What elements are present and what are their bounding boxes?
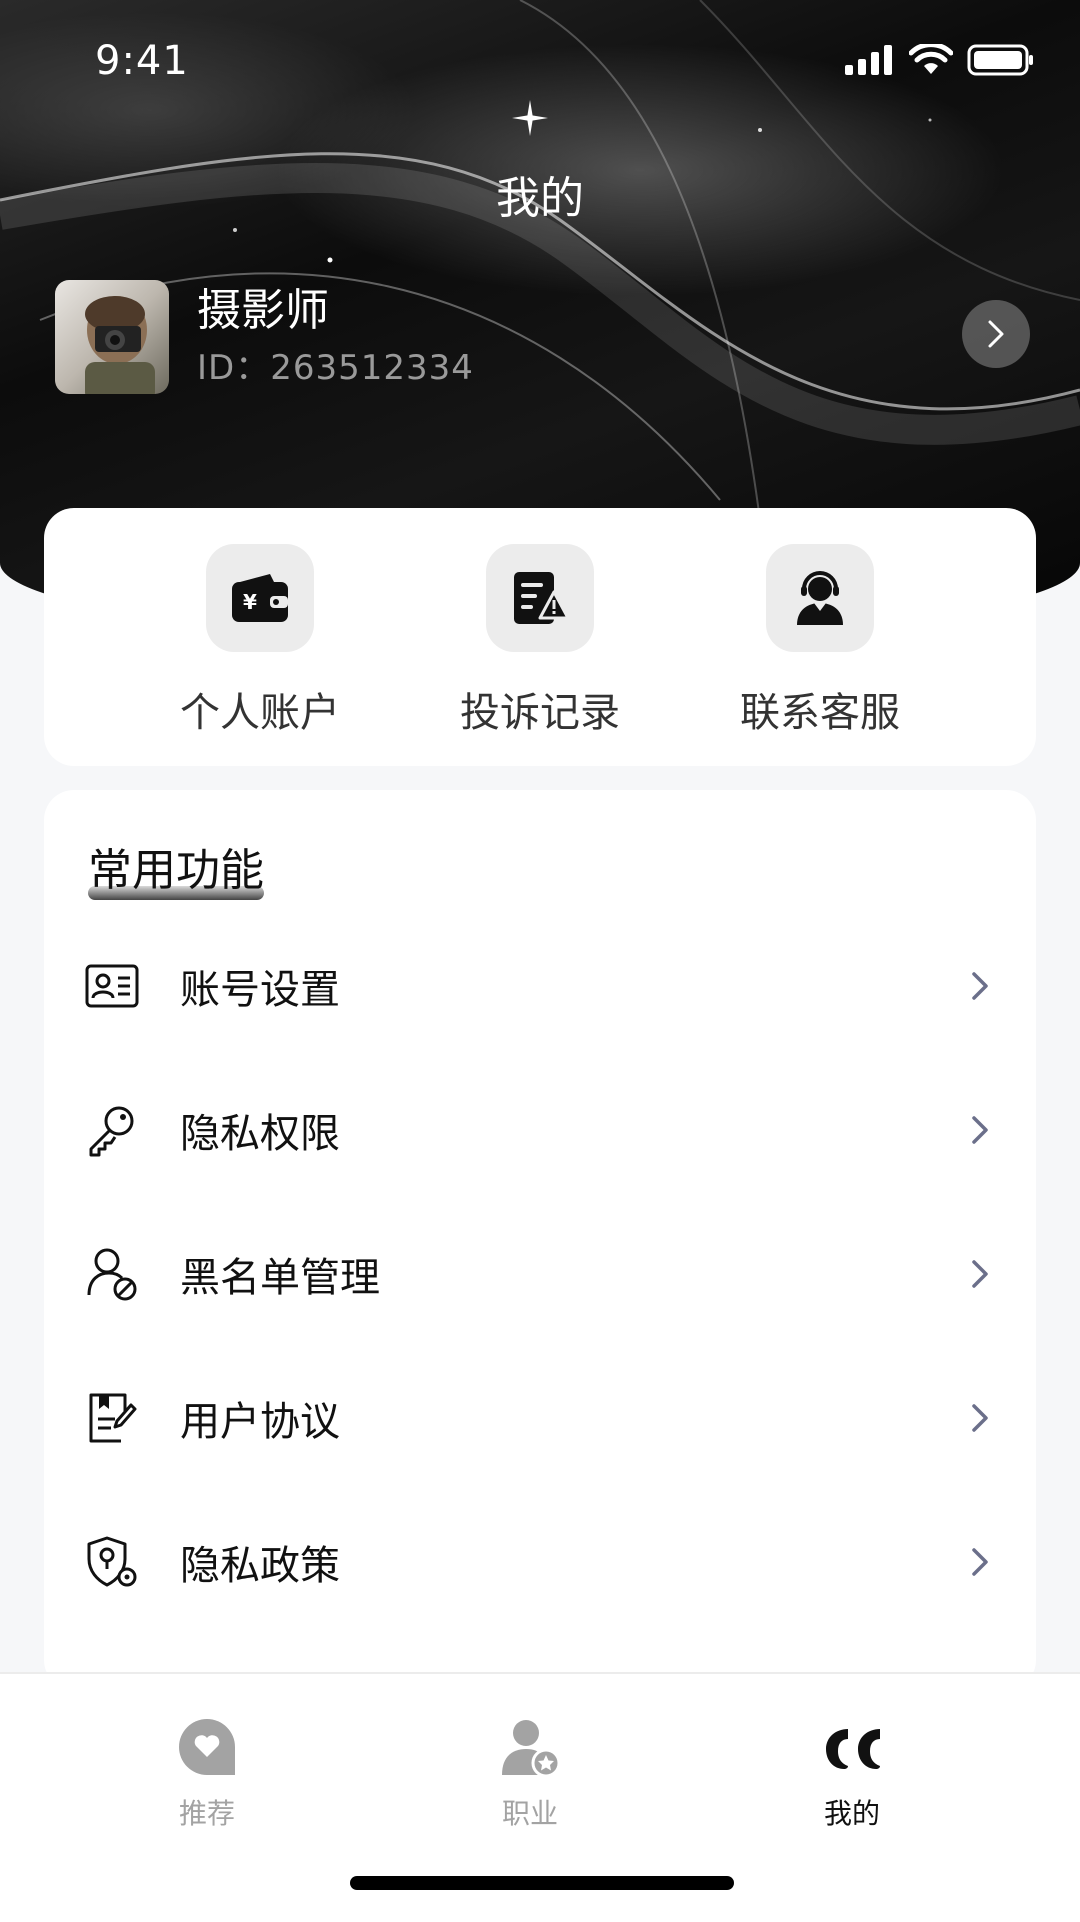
tab-label: 推荐 [178,1797,235,1830]
id-card-icon [84,958,140,1014]
quick-action-label: 个人账户 [180,690,340,736]
home-indicator [350,1876,734,1890]
customer-service-icon [797,571,843,625]
quick-action-label: 联系客服 [740,690,900,736]
tab-mine[interactable]: 我的 [752,1712,952,1832]
tab-career[interactable]: 职业 [430,1712,630,1832]
function-item-account-settings[interactable]: 账号设置 [44,936,1036,1036]
function-item-privacy-permissions[interactable]: 隐私权限 [44,1080,1036,1180]
section-title: 常用功能 [88,845,264,896]
quick-action-customer-service[interactable]: 联系客服 [695,544,945,738]
profile-section[interactable]: 摄影师 ID：263512334 [55,280,474,394]
chevron-right-icon [972,1548,988,1576]
profile-detail-button[interactable] [962,300,1030,368]
tab-label: 我的 [823,1797,880,1830]
quick-actions-card: ¥ 个人账户 投诉记录 联系客服 [44,508,1036,766]
profile-text: 摄影师 ID：263512334 [197,284,474,390]
function-label: 隐私权限 [180,1111,340,1157]
common-functions-card: 常用功能 账号设置 隐私权限 黑名单管理 用户协议 隐私政策 [44,790,1036,1690]
wallet-icon: ¥ [232,574,288,622]
quick-icon-box [766,544,874,652]
status-bar: 9:41 [0,0,1080,120]
function-label: 账号设置 [180,967,340,1013]
heart-bubble-icon [107,1712,307,1782]
user-block-icon [84,1246,140,1302]
tab-recommend[interactable]: 推荐 [107,1712,307,1832]
chevron-right-icon [988,320,1004,348]
chevron-right-icon [972,1116,988,1144]
quick-icon-box [486,544,594,652]
wifi-icon [909,44,953,74]
complaint-record-icon [514,572,570,624]
battery-icon [967,44,1033,76]
chevron-right-icon [972,972,988,1000]
profile-id: ID：263512334 [197,348,474,388]
quick-icon-box: ¥ [206,544,314,652]
status-icons [845,44,1035,76]
privacy-shield-icon [84,1534,140,1590]
quick-action-account[interactable]: ¥ 个人账户 [135,544,385,738]
profile-name: 摄影师 [197,285,329,336]
function-item-privacy-policy[interactable]: 隐私政策 [44,1512,1036,1612]
function-item-blacklist[interactable]: 黑名单管理 [44,1224,1036,1324]
svg-text:¥: ¥ [243,590,257,614]
page-title: 我的 [496,173,584,224]
function-item-user-agreement[interactable]: 用户协议 [44,1368,1036,1468]
status-time: 9:41 [95,38,189,84]
quick-action-label: 投诉记录 [460,690,620,736]
avatar[interactable] [55,280,169,394]
key-icon [84,1102,140,1158]
agreement-icon [84,1390,140,1446]
function-label: 黑名单管理 [180,1255,380,1301]
quote-icon [752,1712,952,1782]
chevron-right-icon [972,1404,988,1432]
signal-icon [845,45,892,75]
chevron-right-icon [972,1260,988,1288]
user-star-icon [430,1712,630,1782]
quick-action-complaints[interactable]: 投诉记录 [415,544,665,738]
tab-label: 职业 [501,1797,558,1830]
function-label: 隐私政策 [180,1543,340,1589]
function-label: 用户协议 [180,1399,340,1445]
